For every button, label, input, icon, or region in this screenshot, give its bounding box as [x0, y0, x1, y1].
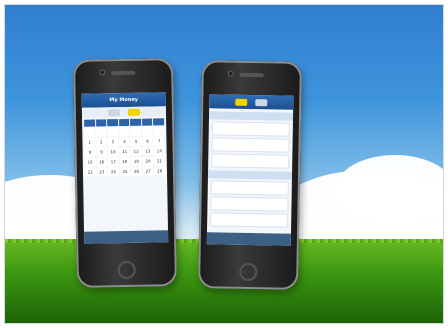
speaker-grill [111, 70, 136, 76]
calendar-day: 25 [119, 166, 131, 177]
left-phone: My Money 1 2 3 4 5 6 7 8 9 10 11 12 13 1… [73, 58, 177, 288]
camera-icon [227, 70, 234, 77]
calendar-day: 1 [84, 137, 96, 147]
calendar-day [130, 126, 142, 136]
list-item [210, 180, 289, 196]
calendar-day: 15 [84, 157, 96, 167]
list-item [211, 121, 290, 137]
calendar-day: 17 [107, 157, 119, 167]
calendar-grid: 1 2 3 4 5 6 7 8 9 10 11 12 13 14 15 16 1… [82, 116, 167, 178]
weekday-header [130, 118, 142, 126]
calendar-day: 16 [96, 157, 108, 167]
segment-tab [235, 98, 248, 106]
calendar-day: 8 [84, 147, 96, 157]
calendar-day [142, 126, 153, 136]
image-frame: My Money 1 2 3 4 5 6 7 8 9 10 11 12 13 1… [4, 4, 444, 324]
calendar-day: 2 [95, 137, 107, 147]
calendar-day: 21 [154, 156, 165, 166]
app-title-bar: My Money [81, 92, 166, 108]
calendar-day: 28 [154, 166, 166, 176]
photo-scene: My Money 1 2 3 4 5 6 7 8 9 10 11 12 13 1… [5, 5, 443, 323]
calendar-day: 6 [142, 136, 153, 146]
segment-tab [255, 98, 268, 106]
list-item [211, 137, 290, 153]
list-item [210, 196, 289, 212]
right-phone-screen [206, 94, 294, 246]
weekday-header [95, 119, 107, 127]
list-item [211, 153, 290, 169]
home-button [117, 260, 136, 280]
tab-bar [84, 230, 169, 244]
transaction-list [207, 111, 294, 228]
calendar-day: 9 [96, 147, 107, 157]
camera-icon [99, 69, 106, 76]
calendar-day: 12 [130, 146, 142, 156]
calendar-day: 7 [153, 136, 165, 146]
calendar-day [95, 127, 107, 137]
cloud [335, 155, 443, 225]
calendar-day: 24 [108, 167, 119, 177]
weekday-header [107, 119, 118, 127]
calendar-day: 11 [119, 146, 130, 157]
calendar-day: 20 [142, 156, 154, 166]
calendar-day: 19 [131, 156, 142, 166]
list-section-header [207, 170, 293, 180]
calendar-day: 4 [119, 136, 130, 147]
weekday-header [118, 118, 130, 127]
segment-tab [127, 108, 140, 116]
calendar-day: 10 [107, 147, 119, 157]
segment-control [209, 94, 294, 110]
calendar-day [153, 126, 165, 136]
list-item [210, 212, 289, 228]
calendar-day: 23 [96, 167, 108, 177]
segment-tab [107, 108, 120, 116]
calendar-day: 18 [119, 156, 131, 167]
speaker-grill [239, 72, 264, 78]
calendar-day: 14 [153, 146, 165, 156]
calendar-day: 13 [142, 146, 154, 156]
left-phone-screen: My Money 1 2 3 4 5 6 7 8 9 10 11 12 13 1… [81, 92, 169, 244]
calendar-day [118, 126, 130, 137]
calendar-day: 22 [84, 167, 96, 177]
home-button [239, 262, 258, 282]
weekday-header [141, 118, 153, 126]
list-section-header [208, 111, 294, 121]
weekday-header [84, 119, 95, 127]
tab-bar [206, 232, 291, 246]
calendar-day: 5 [130, 136, 142, 146]
calendar-day [107, 127, 119, 137]
calendar-day: 26 [131, 166, 142, 176]
right-phone [198, 60, 302, 290]
calendar-day [84, 127, 95, 137]
weekday-header [153, 118, 165, 126]
calendar-day: 27 [142, 166, 154, 176]
calendar-day: 3 [107, 137, 119, 147]
